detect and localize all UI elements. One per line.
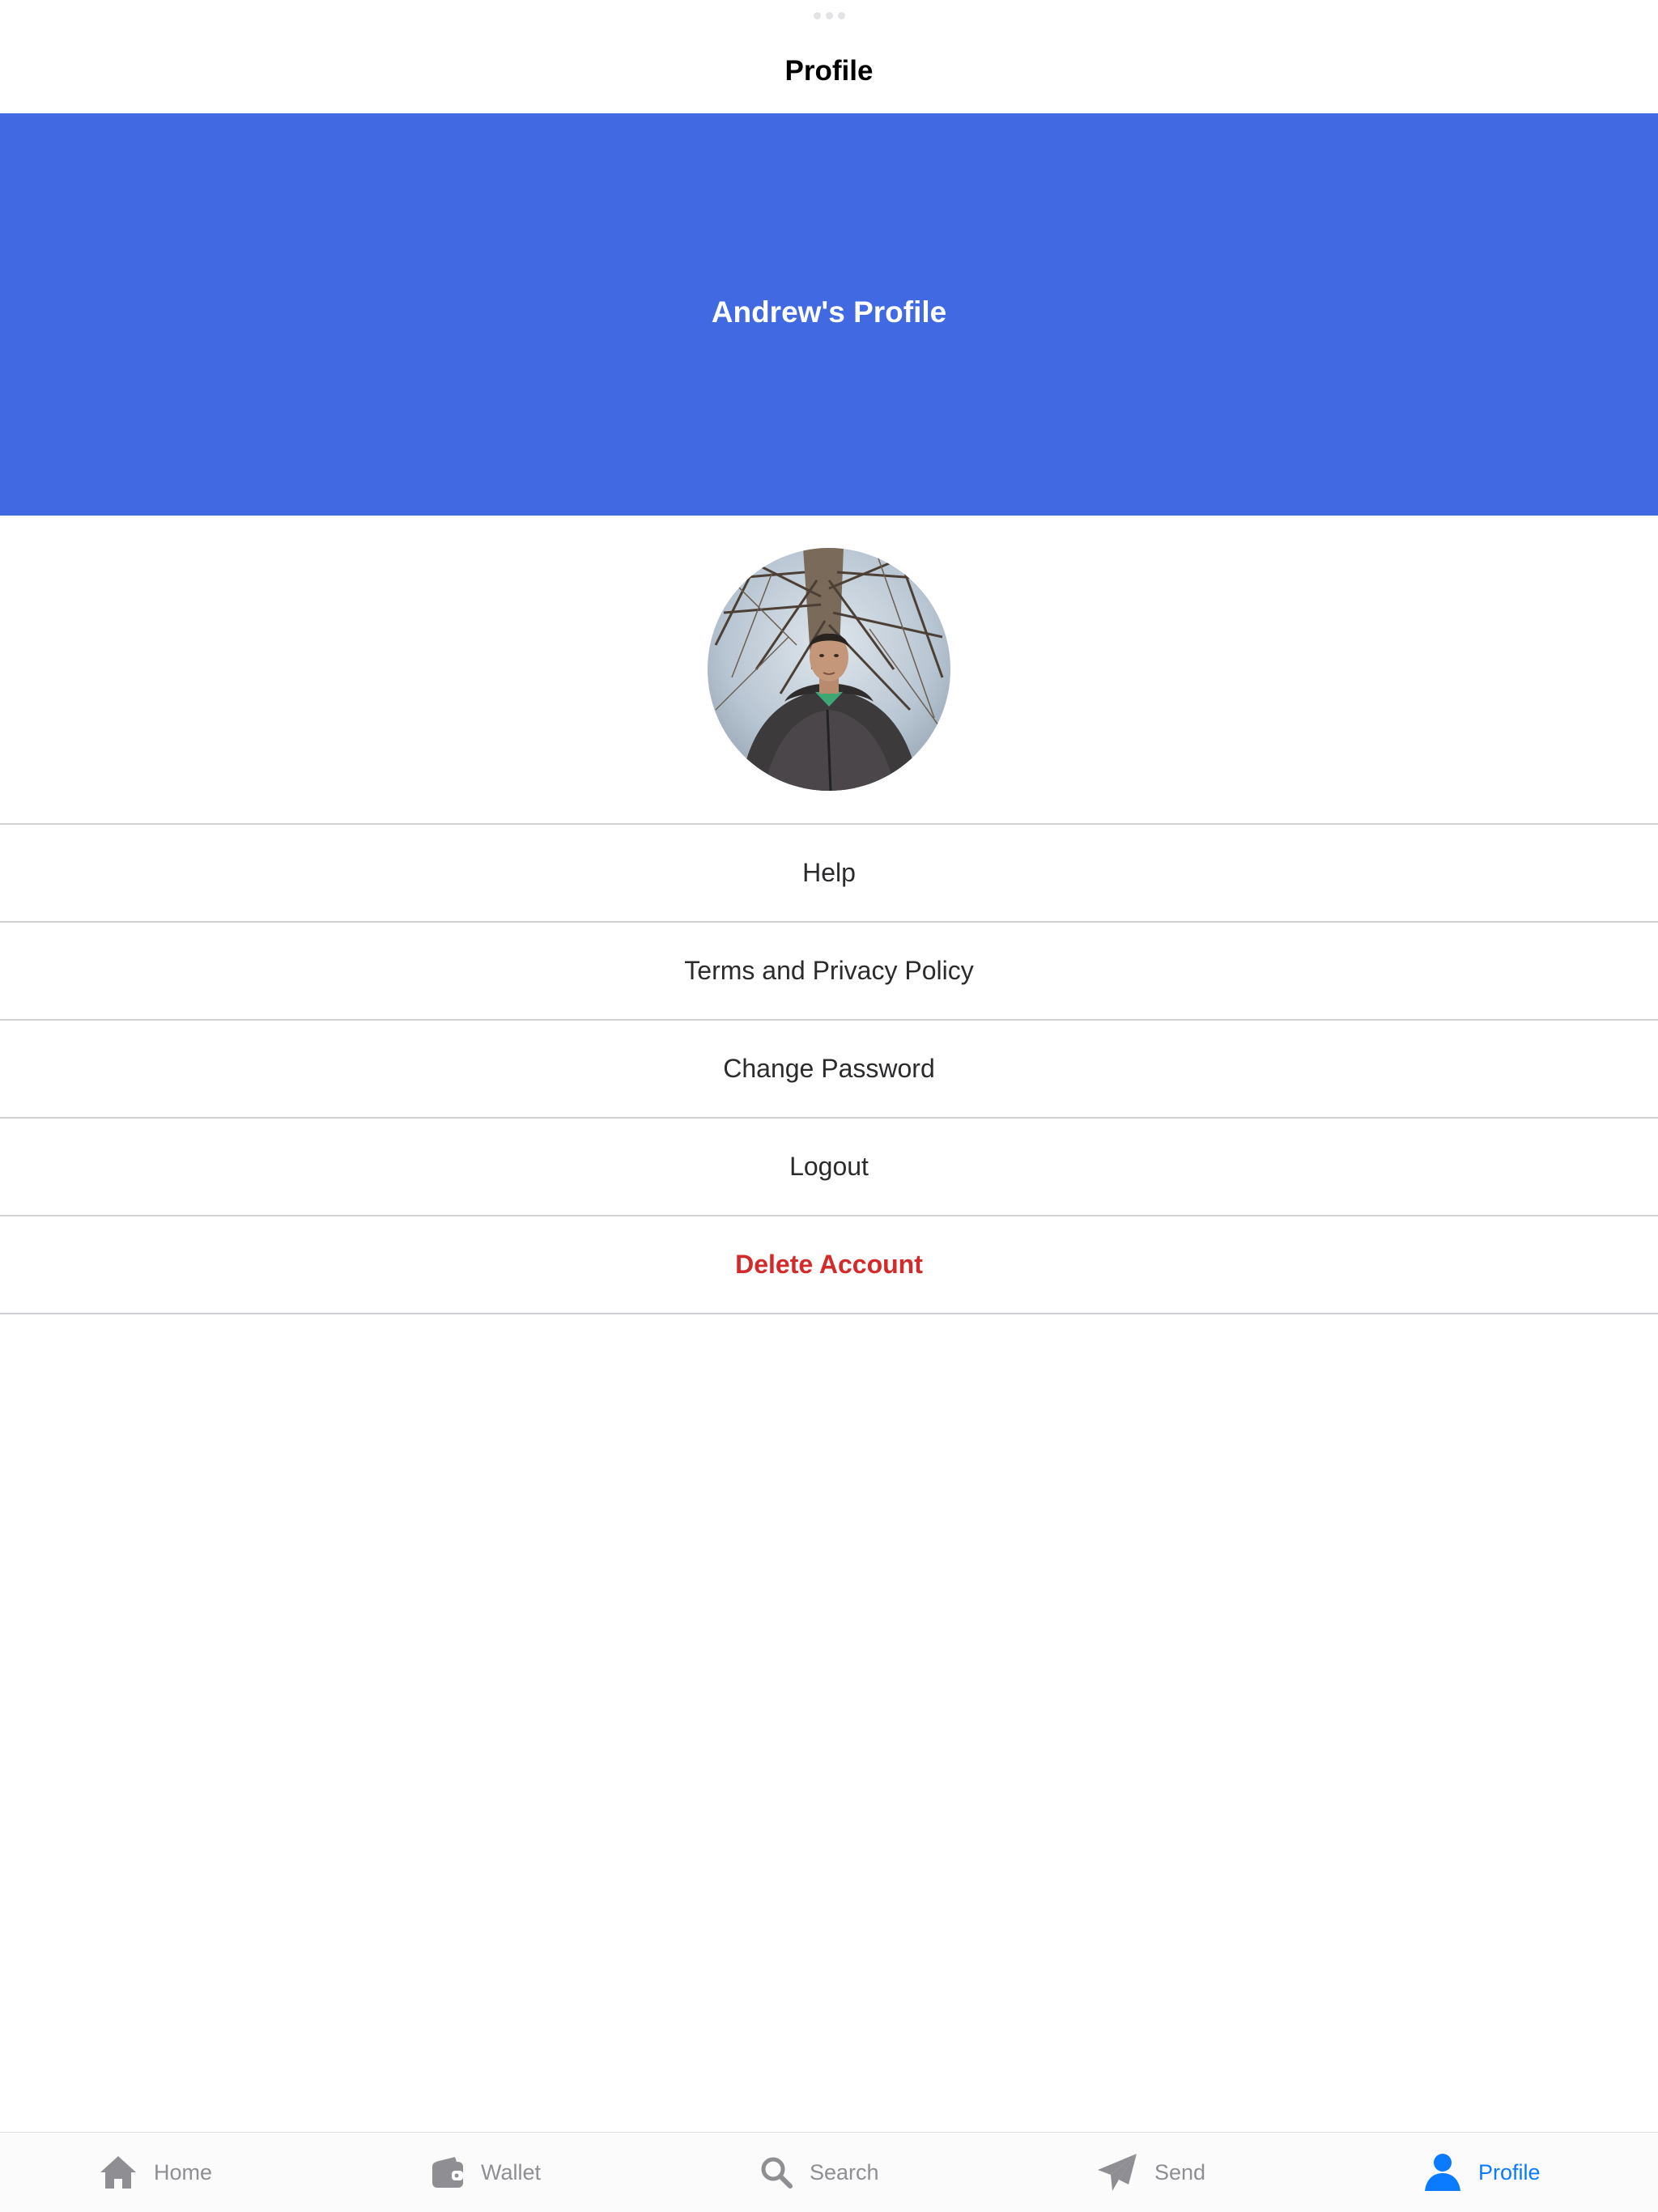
- person-icon: [1425, 2154, 1460, 2191]
- tab-search[interactable]: Search: [759, 2150, 879, 2194]
- navigation-bar: Profile: [0, 0, 1658, 113]
- tab-wallet-label: Wallet: [481, 2159, 542, 2184]
- profile-photo-icon: [708, 548, 950, 791]
- change-password-button[interactable]: Change Password: [0, 1021, 1658, 1119]
- delete-account-button[interactable]: Delete Account: [0, 1216, 1658, 1314]
- wallet-icon: [432, 2157, 463, 2188]
- multitask-dot: [813, 12, 821, 19]
- magnifier-icon: [761, 2157, 793, 2189]
- multitask-dot: [837, 12, 845, 19]
- tab-profile[interactable]: Profile: [1423, 2150, 1541, 2194]
- profile-header-title: Andrew's Profile: [711, 295, 947, 329]
- profile-menu: Help Terms and Privacy Policy Change Pas…: [0, 823, 1658, 1314]
- help-button[interactable]: Help: [0, 825, 1658, 923]
- tab-send[interactable]: Send: [1096, 2150, 1205, 2194]
- multitasking-indicator[interactable]: [0, 12, 1658, 19]
- avatar[interactable]: [708, 548, 950, 791]
- tab-wallet[interactable]: Wallet: [431, 2150, 541, 2194]
- profile-screen: Profile Andrew's Profile Help Terms and …: [0, 0, 1658, 2212]
- terms-privacy-button[interactable]: Terms and Privacy Policy: [0, 923, 1658, 1021]
- tab-bar: Home Wallet Search Send Profile: [0, 2132, 1658, 2212]
- paper-plane-icon: [1098, 2154, 1137, 2191]
- multitask-dot: [825, 12, 833, 19]
- logout-button[interactable]: Logout: [0, 1119, 1658, 1216]
- tab-search-label: Search: [810, 2159, 879, 2184]
- tab-send-label: Send: [1154, 2159, 1206, 2184]
- profile-header-banner: Andrew's Profile: [0, 113, 1658, 516]
- tab-home[interactable]: Home: [99, 2150, 212, 2194]
- tab-home-label: Home: [154, 2159, 213, 2184]
- house-icon: [100, 2156, 136, 2189]
- page-title: Profile: [784, 55, 874, 87]
- tab-profile-label: Profile: [1478, 2159, 1541, 2184]
